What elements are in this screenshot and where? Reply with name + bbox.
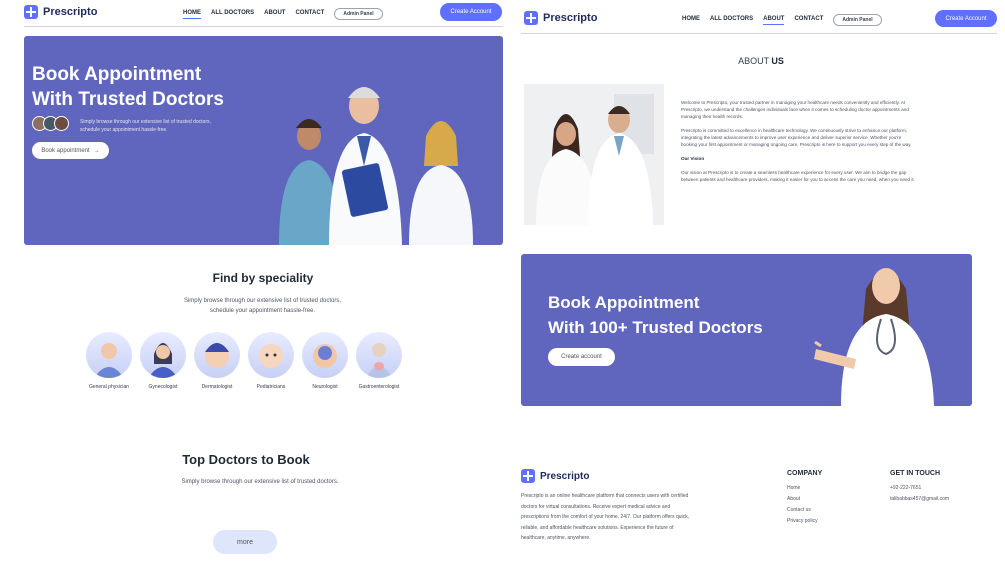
cta-create-account-button[interactable]: Create account [548, 348, 615, 366]
hero-subtitle-line-1: Simply browse through our extensive list… [80, 119, 211, 125]
left-navbar-divider [24, 26, 503, 27]
right-navbar-divider [521, 33, 997, 34]
hero-subtitle-line-2: schedule your appointment hassle-free. [80, 127, 168, 133]
book-appointment-label: Book appointment [41, 147, 90, 154]
footer-description: Prescripto is an online healthcare platf… [521, 493, 690, 541]
footer-company-title: COMPANY [787, 470, 823, 477]
nav-link-contact[interactable]: CONTACT [794, 16, 823, 24]
hero-title-line-2: With Trusted Doctors [32, 89, 224, 110]
top-doctors-subtitle: Simply browse through our extensive list… [181, 479, 339, 485]
speciality-subtitle-line-1: Simply browse through our extensive list… [183, 298, 342, 304]
logo-text: Prescripto [540, 470, 590, 482]
top-doctors-title: Top Doctors to Book [182, 452, 310, 467]
footer-logo[interactable]: Prescripto [521, 469, 589, 483]
logo-icon [24, 5, 38, 19]
footer-company-column: COMPANY Home About Contact us Privacy po… [787, 470, 822, 527]
cta-title-line-2: With 100+ Trusted Doctors [548, 318, 763, 337]
book-appointment-button[interactable]: Book appointment → [32, 142, 109, 159]
footer-email[interactable]: talibabbas457@gmail.com [890, 494, 949, 505]
speciality-title: Find by speciality [212, 271, 314, 285]
footer-link-about[interactable]: About [787, 494, 822, 505]
hero-avatar-group [32, 116, 69, 131]
speciality-label: General physician [88, 384, 130, 390]
neurologist-icon [302, 332, 348, 378]
nav-link-all-doctors[interactable]: ALL DOCTORS [710, 16, 753, 24]
footer-link-privacy[interactable]: Privacy policy [787, 516, 822, 527]
speciality-label: Gastroenterologist [358, 384, 400, 390]
about-title-prefix: ABOUT [738, 56, 769, 66]
speciality-label: Gynecologist [148, 384, 178, 390]
about-text: Welcome to Prescripto, your trusted part… [681, 99, 916, 190]
speciality-list: General physician Gynecologist Dermatolo… [86, 332, 402, 390]
nav-link-about[interactable]: ABOUT [264, 10, 285, 18]
about-paragraph-1: Welcome to Prescripto, your trusted part… [681, 100, 909, 119]
admin-panel-button[interactable]: Admin Panel [833, 14, 882, 26]
footer-contact-title: GET IN TOUCH [890, 470, 941, 477]
gynecologist-icon [140, 332, 186, 378]
hero-title: Book Appointment With Trusted Doctors [32, 62, 224, 112]
nav-link-all-doctors[interactable]: ALL DOCTORS [211, 10, 254, 18]
dermatologist-icon [194, 332, 240, 378]
speciality-gastroenterologist[interactable]: Gastroenterologist [356, 332, 402, 390]
nav-link-home[interactable]: HOME [682, 16, 700, 24]
arrow-right-icon: → [93, 147, 100, 154]
footer-link-home[interactable]: Home [787, 483, 822, 494]
speciality-gynecologist[interactable]: Gynecologist [140, 332, 186, 390]
avatar [54, 116, 69, 131]
right-nav-links: HOME ALL DOCTORS ABOUT CONTACT Admin Pan… [682, 14, 882, 26]
about-doctors-image [524, 84, 664, 225]
speciality-subtitle: Simply browse through our extensive list… [140, 296, 385, 316]
hero-title-line-1: Book Appointment [32, 64, 202, 85]
about-title: ABOUT US [700, 56, 822, 66]
about-title-bold: US [771, 56, 784, 66]
footer-contact-column: GET IN TOUCH +92-222-7651 talibabbas457@… [890, 470, 949, 505]
footer-link-contact[interactable]: Contact us [787, 505, 822, 516]
logo-text: Prescripto [543, 12, 598, 24]
speciality-general-physician[interactable]: General physician [86, 332, 132, 390]
right-logo[interactable]: Prescripto [524, 11, 597, 25]
cta-title: Book Appointment With 100+ Trusted Docto… [548, 290, 763, 340]
about-paragraph-2: Prescripto is committed to excellence in… [681, 128, 912, 147]
footer-company-links: Home About Contact us Privacy policy [787, 483, 822, 527]
right-create-account-button[interactable]: Create Account [935, 10, 997, 27]
left-page: Prescripto HOME ALL DOCTORS ABOUT CONTAC… [0, 0, 505, 563]
nav-link-about[interactable]: ABOUT [763, 16, 785, 25]
gastroenterologist-icon [356, 332, 402, 378]
general-physician-icon [86, 332, 132, 378]
speciality-label: Neurologist [312, 384, 338, 390]
speciality-subtitle-line-2: schedule your appointment hassle-free. [209, 308, 316, 314]
speciality-label: Dermatologist [201, 384, 233, 390]
speciality-dermatologist[interactable]: Dermatologist [194, 332, 240, 390]
nav-link-home[interactable]: HOME [183, 10, 201, 19]
left-nav-links: HOME ALL DOCTORS ABOUT CONTACT Admin Pan… [183, 8, 383, 20]
speciality-pediatricians[interactable]: Pediatricians [248, 332, 294, 390]
left-create-account-button[interactable]: Create Account [440, 3, 502, 21]
left-logo[interactable]: Prescripto [24, 5, 97, 19]
logo-text: Prescripto [43, 6, 98, 18]
logo-icon [524, 11, 538, 25]
speciality-neurologist[interactable]: Neurologist [302, 332, 348, 390]
speciality-label: Pediatricians [256, 384, 286, 390]
footer-phone: +92-222-7651 [890, 485, 922, 491]
vision-heading: Our Vision [681, 156, 705, 161]
pediatricians-icon [248, 332, 294, 378]
footer-contact-list: +92-222-7651 talibabbas457@gmail.com [890, 483, 949, 505]
cta-title-line-1: Book Appointment [548, 293, 700, 312]
nav-link-contact[interactable]: CONTACT [295, 10, 324, 18]
more-button[interactable]: more [213, 530, 277, 554]
hero-subtitle: Simply browse through our extensive list… [80, 118, 235, 134]
logo-icon [521, 469, 535, 483]
vision-paragraph: Our vision at Prescripto is to create a … [681, 170, 915, 182]
admin-panel-button[interactable]: Admin Panel [334, 8, 383, 20]
